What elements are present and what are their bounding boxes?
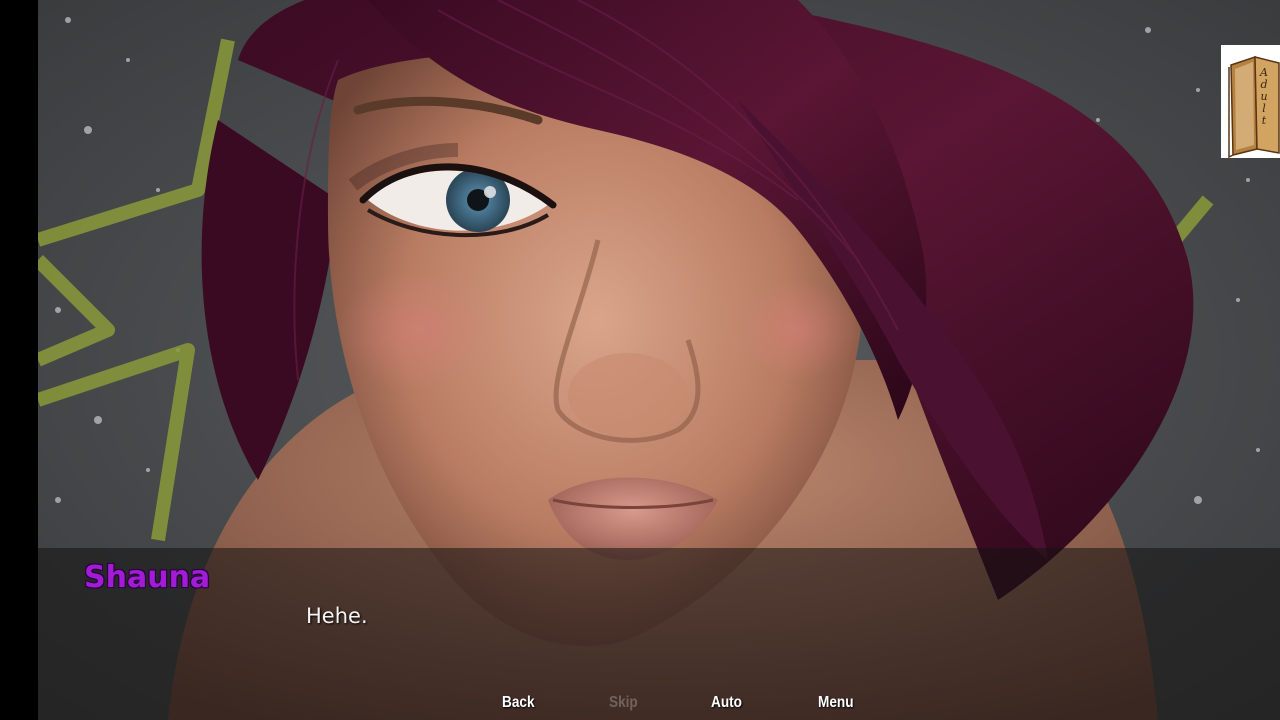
skip-button[interactable]: Skip [609, 694, 638, 712]
book-icon [1228, 55, 1280, 158]
adult-badge: A d u l t [1221, 45, 1280, 158]
game-screen[interactable]: Shauna Hehe. Back Skip Auto Menu A d u l… [0, 0, 1280, 720]
quick-menu: Back Skip Auto Menu [0, 694, 1280, 720]
back-button[interactable]: Back [502, 694, 535, 712]
menu-button[interactable]: Menu [818, 694, 854, 712]
auto-button[interactable]: Auto [711, 694, 742, 712]
dialogue-text: Hehe. [306, 604, 368, 628]
letterbox-left [0, 0, 38, 720]
badge-letter: t [1261, 114, 1267, 127]
speaker-name: Shauna [84, 560, 211, 595]
badge-label: A d u l t [1258, 67, 1270, 127]
